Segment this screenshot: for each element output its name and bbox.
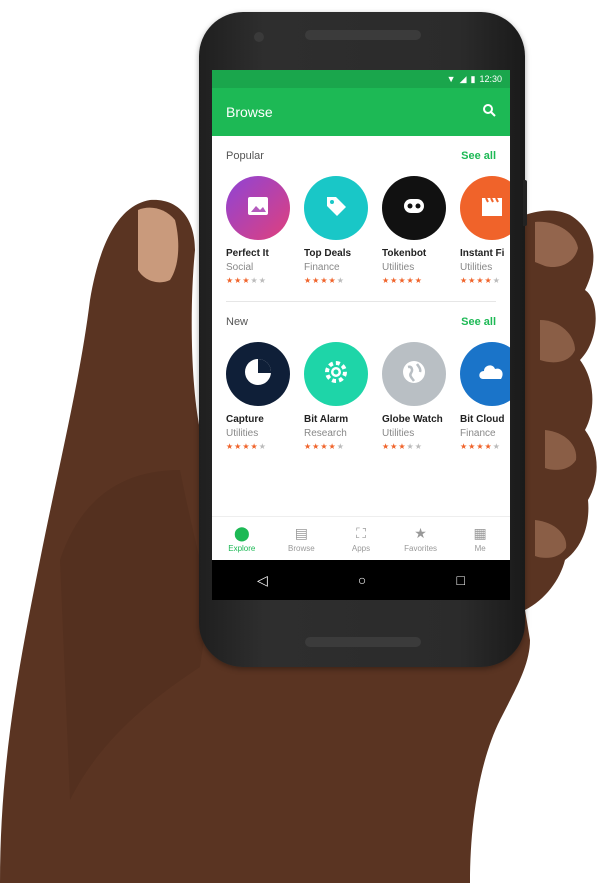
app-card[interactable]: Capture Utilities ★★★★★ (226, 342, 290, 451)
tab-apps[interactable]: ⛶ Apps (331, 517, 391, 561)
signal-icon: ◢ (459, 73, 467, 84)
app-category: Finance (304, 262, 340, 273)
tab-label: Explore (228, 543, 256, 553)
app-card[interactable]: Tokenbot Utilities ★★★★★ (382, 176, 446, 285)
app-name: Capture (226, 414, 264, 425)
app-name: Perfect It (226, 248, 269, 259)
front-camera (254, 32, 264, 42)
globe-icon (399, 357, 429, 392)
see-all-link[interactable]: See all (461, 150, 496, 162)
wifi-icon: ▼ (446, 74, 456, 84)
rating-stars: ★★★★★ (460, 276, 501, 285)
app-icon[interactable] (382, 176, 446, 240)
app-icon[interactable] (304, 176, 368, 240)
chat-icon: ▤ (294, 524, 308, 541)
app-name: Bit Cloud (460, 414, 505, 425)
app-category: Utilities (382, 262, 415, 273)
battery-icon: ▮ (470, 73, 476, 84)
back-icon[interactable]: ◁ (257, 572, 268, 589)
app-icon[interactable] (460, 176, 510, 240)
tab-label: Me (474, 543, 486, 553)
phone-speaker-bottom (305, 637, 421, 647)
app-name: Top Deals (304, 248, 352, 259)
pie-chart-icon (241, 355, 275, 394)
app-category: Research (304, 428, 347, 439)
app-carousel: Perfect It Social ★★★★★ Top Deals Financ… (226, 176, 510, 285)
app-category: Utilities (382, 428, 415, 439)
frame-icon: ⛶ (356, 524, 366, 541)
app-name: Bit Alarm (304, 414, 349, 425)
app-carousel: Capture Utilities ★★★★★ Bit Alarm Resear… (226, 342, 510, 451)
app-card[interactable]: Instant Fi Utilities ★★★★★ (460, 176, 510, 285)
app-name: Instant Fi (460, 248, 505, 259)
rating-stars: ★★★★★ (460, 442, 501, 451)
app-name: Globe Watch (382, 414, 443, 425)
robot-icon (399, 191, 429, 226)
rating-stars: ★★★★★ (382, 276, 423, 285)
tab-label: Favorites (404, 543, 438, 553)
status-time: 12:30 (479, 74, 502, 84)
section-header: New See all (226, 302, 496, 342)
rating-stars: ★★★★★ (382, 442, 423, 451)
clapper-icon (479, 193, 505, 224)
phone-side-button (523, 180, 527, 226)
star-icon: ★ (414, 524, 427, 541)
search-icon[interactable] (482, 103, 496, 122)
profile-icon: ▦ (473, 524, 487, 541)
see-all-link[interactable]: See all (461, 316, 496, 328)
gear-icon (321, 357, 351, 392)
cloud-icon (475, 355, 509, 394)
app-card[interactable]: Bit Cloud Finance ★★★★★ (460, 342, 510, 451)
system-nav-bar: ◁ ○ □ (212, 560, 510, 600)
image-icon (245, 193, 271, 224)
app-card[interactable]: Top Deals Finance ★★★★★ (304, 176, 368, 285)
home-icon[interactable]: ○ (358, 572, 366, 588)
section-header: Popular See all (226, 136, 496, 176)
section-title: Popular (226, 150, 264, 162)
bottom-tab-bar: ⬤ Explore ▤ Browse ⛶ Apps ★ Favorites ▦ Me (212, 516, 510, 561)
app-icon[interactable] (226, 176, 290, 240)
tab-favorites[interactable]: ★ Favorites (391, 517, 451, 561)
section-title: New (226, 316, 249, 328)
section-popular: Popular See all Perfect It Social ★★★★★ … (212, 136, 510, 285)
tab-label: Browse (288, 543, 315, 553)
app-category: Utilities (460, 262, 493, 273)
app-icon[interactable] (304, 342, 368, 406)
rating-stars: ★★★★★ (226, 276, 267, 285)
tab-label: Apps (351, 543, 371, 553)
tab-browse[interactable]: ▤ Browse (272, 517, 332, 561)
tag-icon (323, 193, 349, 224)
phone-screen: ▼ ◢ ▮ 12:30 Browse Popular See all Perfe… (212, 70, 510, 600)
app-icon[interactable] (460, 342, 510, 406)
status-bar: ▼ ◢ ▮ 12:30 (212, 70, 510, 88)
tab-me[interactable]: ▦ Me (450, 517, 510, 561)
app-name: Tokenbot (382, 248, 427, 259)
app-card[interactable]: Bit Alarm Research ★★★★★ (304, 342, 368, 451)
app-category: Finance (460, 428, 496, 439)
app-bar: Browse (212, 88, 510, 136)
compass-icon: ⬤ (233, 524, 250, 541)
section-new: New See all Capture Utilities ★★★★★ Bit … (212, 302, 510, 451)
app-card[interactable]: Perfect It Social ★★★★★ (226, 176, 290, 285)
rating-stars: ★★★★★ (226, 442, 267, 451)
recents-icon[interactable]: □ (456, 572, 464, 588)
page-title: Browse (226, 104, 273, 120)
app-card[interactable]: Globe Watch Utilities ★★★★★ (382, 342, 446, 451)
rating-stars: ★★★★★ (304, 276, 345, 285)
phone-speaker-top (305, 30, 421, 40)
tab-explore[interactable]: ⬤ Explore (212, 517, 272, 561)
app-icon[interactable] (226, 342, 290, 406)
app-category: Utilities (226, 428, 259, 439)
app-icon[interactable] (382, 342, 446, 406)
app-category: Social (226, 262, 254, 273)
rating-stars: ★★★★★ (304, 442, 345, 451)
